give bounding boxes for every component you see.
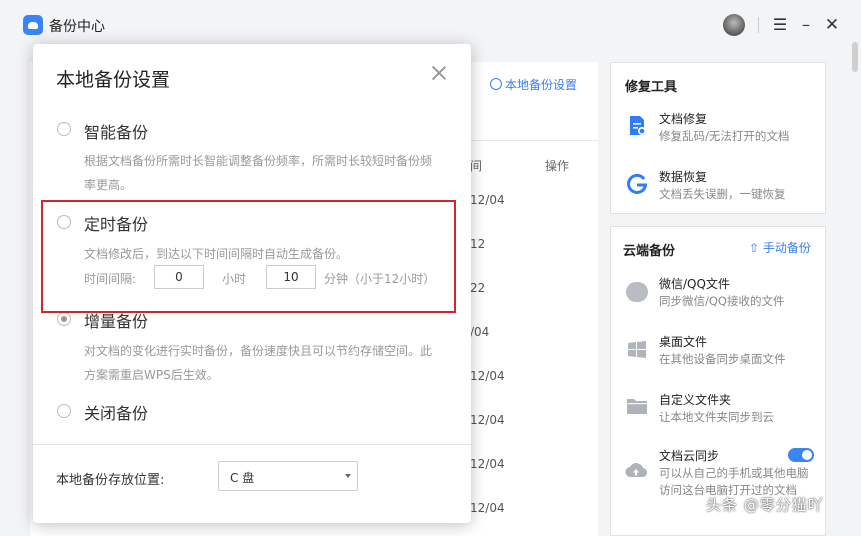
col-header-action: 操作 (545, 159, 570, 173)
folder-icon (627, 399, 647, 414)
radio-disable-backup[interactable] (57, 404, 71, 418)
watermark: 头条 @零分猫吖 (706, 496, 824, 514)
location-label: 本地备份存放位置: (56, 473, 165, 488)
option-label-disable-backup[interactable]: 关闭备份 (84, 400, 148, 424)
repair-tools-card: 修复工具 文档修复 修复乱码/无法打开的文档 数据恢复 文档丢失误删，一键恢复 (610, 62, 826, 214)
minimize-icon[interactable]: – (796, 14, 816, 36)
title-divider (758, 17, 759, 33)
close-window-icon[interactable]: ✕ (822, 14, 842, 36)
list-cell-date: 12/04 (470, 501, 505, 515)
manual-backup-button[interactable]: ⇧ 手动备份 (749, 239, 811, 256)
highlight-annotation (41, 200, 456, 313)
chevron-down-icon (345, 474, 351, 478)
cloud-item-name[interactable]: 自定义文件夹 (659, 391, 731, 408)
tool-desc: 文档丢失误删，一键恢复 (659, 187, 786, 201)
list-cell-date: 12/04 (470, 193, 505, 207)
cloud-upload-icon (625, 463, 647, 478)
list-cell-date: 12/04 (470, 457, 505, 471)
doc-repair-icon (630, 116, 646, 135)
close-icon[interactable] (430, 64, 448, 82)
list-cell-date: 22 (470, 281, 486, 295)
col-header-time: 间 (470, 159, 483, 173)
upload-icon: ⇧ (749, 241, 763, 255)
drive-select-value: C 盘 (230, 471, 255, 485)
radio-incremental-backup[interactable] (57, 312, 71, 326)
list-divider (470, 140, 598, 141)
option-desc: 率更高。 (84, 178, 133, 192)
drive-select[interactable]: C 盘 (218, 461, 358, 491)
cloud-item-name[interactable]: 文档云同步 (659, 447, 719, 464)
list-cell-date: 12/04 (470, 369, 505, 383)
local-settings-link[interactable]: 本地备份设置 (490, 76, 577, 93)
desktop-icon (628, 341, 646, 358)
app-title: 备份中心 (49, 19, 105, 35)
cloud-backup-card: 云端备份 ⇧ 手动备份 微信/QQ文件 同步微信/QQ接收的文件 桌面文件 在其… (610, 226, 826, 536)
menu-icon[interactable]: ☰ (770, 14, 790, 36)
radio-smart-backup[interactable] (57, 122, 71, 136)
list-cell-date: /04 (470, 325, 490, 339)
option-desc: 根据文档备份所需时长智能调整备份频率，所需时长较短时备份频 (84, 154, 433, 168)
cloud-backup-title: 云端备份 (623, 244, 676, 259)
list-cell-date: 12/04 (470, 413, 505, 427)
option-label-smart-backup[interactable]: 智能备份 (84, 119, 148, 143)
avatar[interactable] (723, 14, 745, 36)
doc-cloud-sync-toggle[interactable] (788, 448, 814, 462)
app-logo-icon (23, 15, 43, 35)
cloud-item-desc: 可以从自己的手机或其他电脑 (659, 466, 809, 480)
cloud-item-name[interactable]: 微信/QQ文件 (659, 275, 730, 292)
option-desc: 对文档的变化进行实时备份，备份速度快且可以节约存储空间。此 (84, 344, 433, 358)
option-desc: 方案需重启WPS后生效。 (84, 368, 219, 382)
cloud-item-desc: 在其他设备同步桌面文件 (659, 352, 786, 366)
cloud-item-desc: 让本地文件夹同步到云 (659, 410, 774, 424)
list-cell-date: 12 (470, 237, 486, 251)
dialog-title: 本地备份设置 (56, 69, 171, 91)
chat-cloud-icon (626, 282, 648, 302)
gear-icon (490, 78, 502, 90)
data-recovery-icon (627, 173, 648, 194)
scrollbar[interactable] (852, 42, 858, 72)
title-bar: 备份中心 ☰ – ✕ (0, 0, 861, 50)
dialog-divider (33, 444, 471, 445)
tool-name[interactable]: 数据恢复 (659, 168, 707, 185)
tool-desc: 修复乱码/无法打开的文档 (659, 129, 790, 143)
tool-name[interactable]: 文档修复 (659, 110, 707, 127)
cloud-item-desc: 同步微信/QQ接收的文件 (659, 294, 785, 308)
repair-tools-title: 修复工具 (625, 80, 678, 95)
cloud-item-name[interactable]: 桌面文件 (659, 333, 707, 350)
